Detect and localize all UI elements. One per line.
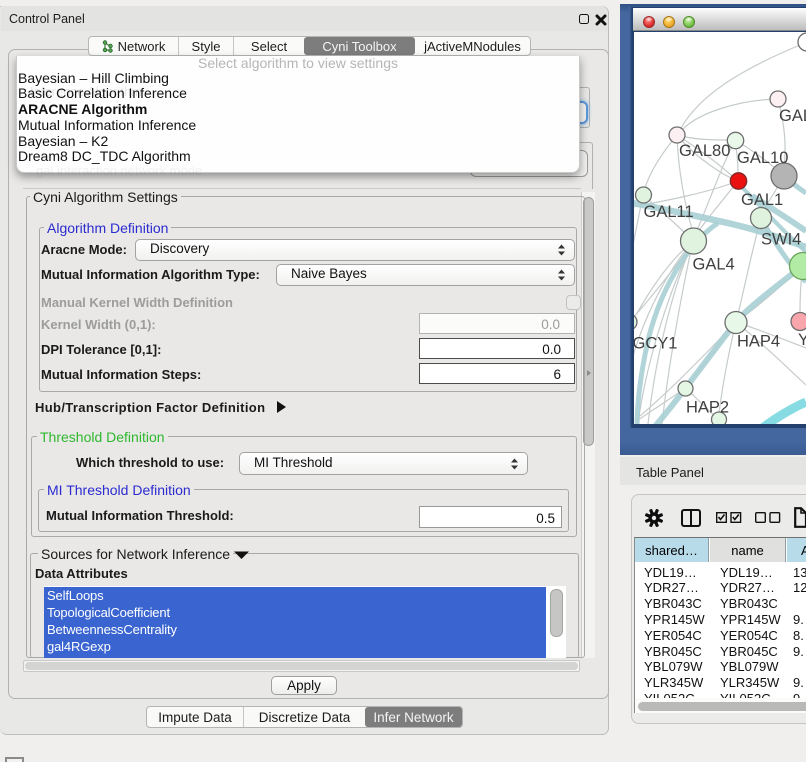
svg-text:SWI4: SWI4	[761, 231, 801, 249]
svg-text:HAP2: HAP2	[686, 399, 729, 417]
svg-text:GAL1: GAL1	[741, 191, 783, 209]
svg-text:Y: Y	[798, 331, 806, 349]
svg-text:GAL4: GAL4	[693, 256, 735, 274]
svg-text:HAP4: HAP4	[737, 333, 780, 351]
svg-text:GCY1: GCY1	[634, 335, 677, 353]
svg-text:GAL80: GAL80	[679, 142, 730, 160]
svg-text:GAL11: GAL11	[644, 203, 694, 221]
svg-text:GAL7: GAL7	[779, 107, 806, 125]
svg-text:GAL10: GAL10	[737, 149, 788, 167]
